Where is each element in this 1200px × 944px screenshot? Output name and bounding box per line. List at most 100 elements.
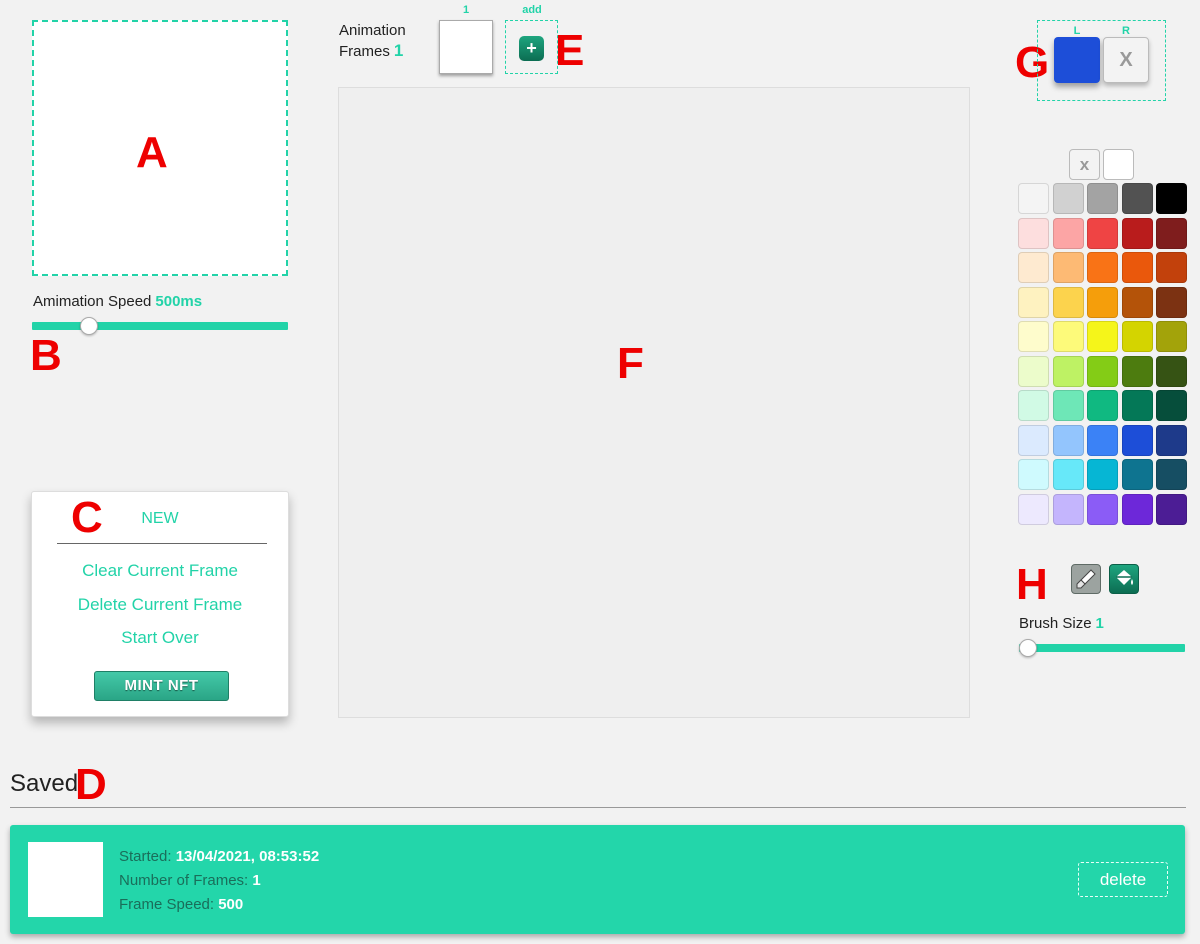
left-color-swatch[interactable]	[1054, 37, 1100, 83]
delete-current-frame-button[interactable]: Delete Current Frame	[32, 595, 288, 615]
palette-swatch[interactable]	[1121, 217, 1153, 249]
palette-swatch[interactable]	[1052, 321, 1084, 352]
brush-size-slider-track[interactable]	[1019, 644, 1185, 652]
saved-section-title: Saved	[10, 770, 79, 797]
palette-swatch[interactable]	[1121, 321, 1153, 352]
saved-speed-value: 500	[218, 896, 244, 913]
palette-swatch[interactable]	[1121, 183, 1153, 214]
palette-swatch[interactable]	[1018, 424, 1049, 456]
white-color-swatch[interactable]	[1103, 149, 1134, 180]
transparent-color-swatch[interactable]: x	[1069, 149, 1100, 180]
brush-tool-button[interactable]	[1071, 564, 1101, 594]
saved-started-line: Started: 13/04/2021, 08:53:52	[119, 848, 319, 865]
annotation-marker-c: C	[71, 493, 103, 542]
saved-speed-line: Frame Speed: 500	[119, 896, 243, 913]
animation-speed-slider-track[interactable]	[32, 322, 288, 330]
annotation-marker-d: D	[75, 760, 107, 809]
palette-swatch[interactable]	[1087, 493, 1118, 525]
palette-swatch[interactable]	[1052, 252, 1084, 283]
palette-swatch[interactable]	[1052, 424, 1084, 456]
clear-current-frame-button[interactable]: Clear Current Frame	[32, 561, 288, 581]
color-palette	[1017, 183, 1187, 527]
saved-item-card: Started: 13/04/2021, 08:53:52 Number of …	[10, 825, 1185, 934]
animation-speed-label: Amimation Speed 500ms	[33, 293, 202, 310]
fill-tool-button[interactable]	[1109, 564, 1139, 594]
saved-frames-line: Number of Frames: 1	[119, 872, 261, 889]
palette-swatch[interactable]	[1052, 493, 1084, 525]
palette-swatch[interactable]	[1156, 493, 1187, 525]
palette-swatch[interactable]	[1018, 217, 1049, 249]
right-color-swatch[interactable]: X	[1103, 37, 1149, 83]
palette-swatch[interactable]	[1121, 390, 1153, 421]
animation-frames-text-line1: Animation	[339, 22, 406, 39]
palette-swatch[interactable]	[1087, 183, 1118, 214]
palette-swatch[interactable]	[1156, 217, 1187, 249]
palette-swatch[interactable]	[1087, 459, 1118, 490]
brush-size-slider-thumb[interactable]	[1019, 639, 1037, 657]
frame-thumb-index: 1	[462, 4, 470, 16]
palette-swatch[interactable]	[1087, 217, 1118, 249]
add-frame-button[interactable]: +	[519, 36, 544, 61]
annotation-marker-b: B	[30, 331, 62, 380]
saved-item-thumbnail[interactable]	[28, 842, 103, 917]
palette-swatch[interactable]	[1018, 459, 1049, 490]
palette-swatch[interactable]	[1018, 390, 1049, 421]
paint-bucket-icon	[1116, 570, 1133, 585]
animation-speed-value: 500ms	[155, 293, 203, 310]
palette-swatch[interactable]	[1121, 493, 1153, 525]
frame-thumbnail[interactable]	[439, 20, 493, 74]
palette-swatch[interactable]	[1052, 459, 1084, 490]
palette-swatch[interactable]	[1018, 252, 1049, 283]
animation-frames-label: Animation Frames 1	[339, 21, 406, 62]
saved-speed-label: Frame Speed:	[119, 896, 215, 913]
palette-swatch[interactable]	[1018, 355, 1049, 387]
palette-swatch[interactable]	[1156, 355, 1187, 387]
palette-swatch[interactable]	[1018, 493, 1049, 525]
palette-swatch[interactable]	[1156, 424, 1187, 456]
palette-swatch[interactable]	[1087, 390, 1118, 421]
animation-frames-count: 1	[393, 41, 404, 60]
palette-swatch[interactable]	[1018, 183, 1049, 214]
palette-swatch[interactable]	[1087, 252, 1118, 283]
palette-swatch[interactable]	[1087, 321, 1118, 352]
palette-swatch[interactable]	[1052, 286, 1084, 318]
palette-swatch[interactable]	[1052, 355, 1084, 387]
animation-speed-slider-thumb[interactable]	[79, 317, 98, 335]
animation-speed-text: Amimation Speed	[33, 293, 152, 310]
palette-swatch[interactable]	[1121, 252, 1153, 283]
saved-started-value: 13/04/2021, 08:53:52	[175, 848, 320, 865]
palette-swatch[interactable]	[1052, 183, 1084, 214]
palette-swatch[interactable]	[1052, 390, 1084, 421]
palette-swatch[interactable]	[1087, 355, 1118, 387]
palette-swatch[interactable]	[1087, 424, 1118, 456]
delete-saved-button[interactable]: delete	[1078, 862, 1168, 897]
palette-swatch[interactable]	[1156, 286, 1187, 318]
palette-swatch[interactable]	[1156, 321, 1187, 352]
animation-frames-text-line2: Frames	[339, 43, 390, 60]
brush-size-label: Brush Size 1	[1019, 615, 1104, 632]
palette-swatch[interactable]	[1121, 355, 1153, 387]
palette-swatch[interactable]	[1052, 217, 1084, 249]
palette-swatch[interactable]	[1156, 183, 1187, 214]
brush-size-value: 1	[1095, 615, 1104, 632]
start-over-button[interactable]: Start Over	[32, 628, 288, 648]
saved-frames-value: 1	[252, 872, 261, 889]
palette-swatch[interactable]	[1121, 424, 1153, 456]
palette-swatch[interactable]	[1018, 321, 1049, 352]
palette-swatch[interactable]	[1087, 286, 1118, 318]
palette-swatch[interactable]	[1121, 286, 1153, 318]
palette-swatch[interactable]	[1018, 286, 1049, 318]
palette-swatch[interactable]	[1156, 390, 1187, 421]
brush-size-text: Brush Size	[1019, 615, 1092, 632]
mint-nft-button[interactable]: MINT NFT	[94, 671, 229, 701]
saved-frames-label: Number of Frames:	[119, 872, 249, 889]
selected-colors-container: L R X	[1037, 20, 1166, 101]
palette-swatch[interactable]	[1156, 459, 1187, 490]
add-frame-label: add	[522, 4, 542, 16]
drawing-canvas[interactable]	[338, 87, 970, 718]
saved-divider	[10, 807, 1186, 808]
palette-swatch[interactable]	[1121, 459, 1153, 490]
palette-swatch[interactable]	[1156, 252, 1187, 283]
annotation-marker-e: E	[555, 26, 585, 75]
actions-menu-card: NEW Clear Current Frame Delete Current F…	[31, 491, 289, 717]
